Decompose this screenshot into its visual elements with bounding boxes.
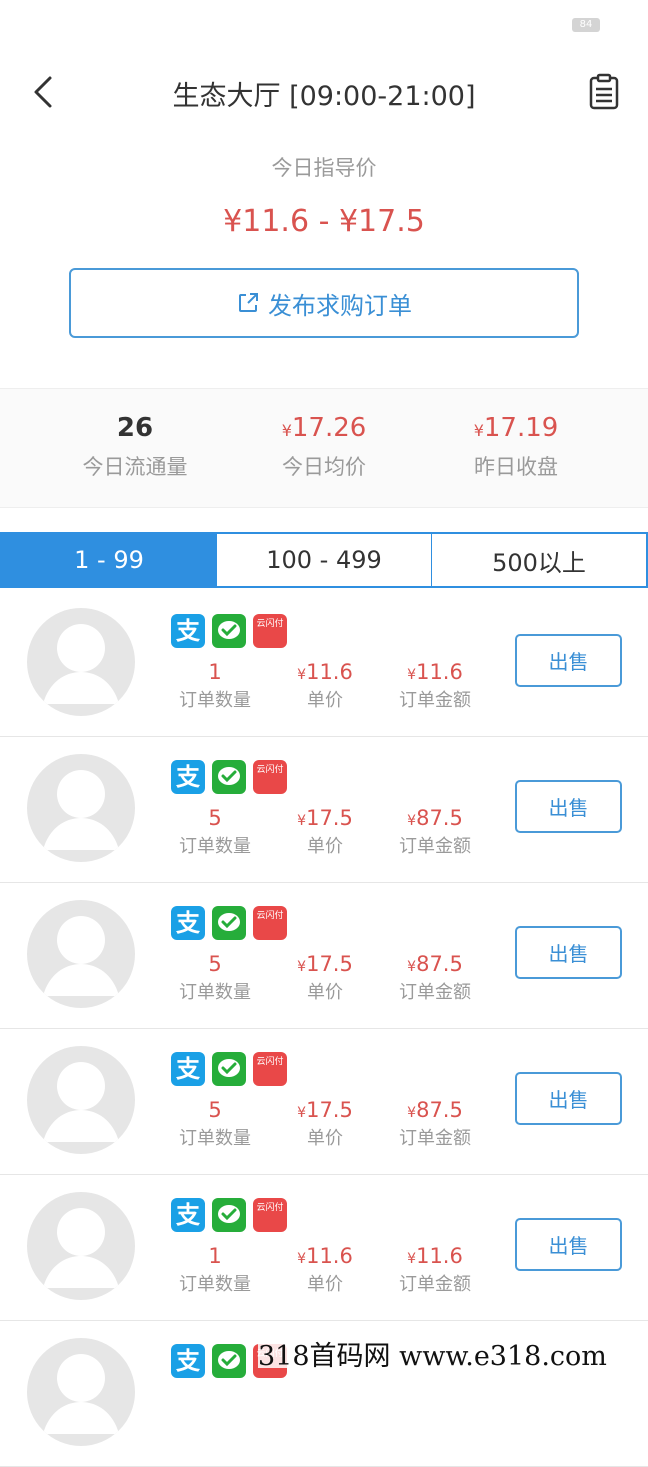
- unit-price: ¥11.6 单价: [297, 1244, 353, 1295]
- unionpay-icon: 云闪付: [253, 906, 287, 940]
- default-avatar-icon: [43, 916, 119, 996]
- unit-price: ¥11.6 单价: [297, 660, 353, 711]
- publish-button-label: 发布求购订单: [268, 291, 412, 320]
- order-count: 5 订单数量: [179, 952, 251, 1003]
- page-title: 生态大厅 [09:00-21:00]: [172, 81, 476, 112]
- avatar: [27, 900, 135, 1008]
- alipay-icon: 支: [171, 906, 205, 940]
- default-avatar-icon: [43, 770, 119, 850]
- tab-1-99[interactable]: 1 - 99: [2, 534, 217, 586]
- order-amount: ¥87.5 订单金额: [399, 952, 471, 1003]
- list-item: 支 云闪付 5 订单数量 ¥17.5 单价 ¥87.5 订单金额 出售: [0, 1028, 648, 1175]
- alipay-icon: 支: [171, 760, 205, 794]
- sell-button[interactable]: 出售: [515, 634, 622, 687]
- order-amount: ¥87.5 订单金额: [399, 1098, 471, 1149]
- list-item: 支 云闪付 1 订单数量 ¥11.6 单价 ¥11.6 订单金额 出售: [0, 590, 648, 737]
- stat-value: ¥17.19: [473, 413, 559, 443]
- unionpay-icon: 云闪付: [253, 760, 287, 794]
- sell-button[interactable]: 出售: [515, 1218, 622, 1271]
- alipay-icon: 支: [171, 614, 205, 648]
- stat-label: 今日流通量: [82, 455, 188, 479]
- order-list-icon[interactable]: [584, 72, 624, 112]
- stat-label: 今日均价: [282, 455, 366, 479]
- wechat-pay-icon: [212, 614, 246, 648]
- guide-price-range: ¥11.6 - ¥17.5: [223, 204, 425, 239]
- default-avatar-icon: [43, 1354, 119, 1434]
- unit-price: ¥17.5 单价: [297, 1098, 353, 1149]
- order-amount: ¥11.6 订单金额: [399, 1244, 471, 1295]
- sell-button[interactable]: 出售: [515, 926, 622, 979]
- avatar: [27, 1046, 135, 1154]
- default-avatar-icon: [43, 1062, 119, 1142]
- alipay-icon: 支: [171, 1198, 205, 1232]
- list-item: 支 云闪付 5 订单数量 ¥17.5 单价 ¥87.5 订单金额 出售: [0, 882, 648, 1029]
- tab-500-plus[interactable]: 500以上: [432, 534, 646, 586]
- stat-circulation: 26 今日流通量: [27, 413, 243, 481]
- order-amount: ¥87.5 订单金额: [399, 806, 471, 857]
- tab-100-499[interactable]: 100 - 499: [217, 534, 432, 586]
- sell-button[interactable]: 出售: [515, 1072, 622, 1125]
- avatar: [27, 754, 135, 862]
- alipay-icon: 支: [171, 1052, 205, 1086]
- unit-price: ¥17.5 单价: [297, 806, 353, 857]
- order-amount: ¥11.6 订单金额: [399, 660, 471, 711]
- order-count: 5 订单数量: [179, 1098, 251, 1149]
- unionpay-icon: 云闪付: [253, 1198, 287, 1232]
- stat-label: 昨日收盘: [474, 455, 558, 479]
- unit-price: ¥17.5 单价: [297, 952, 353, 1003]
- stat-average-price: ¥17.26 今日均价: [216, 413, 432, 481]
- battery-indicator: 84: [572, 18, 600, 32]
- wechat-pay-icon: [212, 1052, 246, 1086]
- unionpay-icon: 云闪付: [253, 614, 287, 648]
- order-count: 1 订单数量: [179, 660, 251, 711]
- wechat-pay-icon: [212, 1198, 246, 1232]
- unionpay-icon: 云闪付: [253, 1052, 287, 1086]
- avatar: [27, 1338, 135, 1446]
- wechat-pay-icon: [212, 906, 246, 940]
- guide-price-label: 今日指导价: [271, 156, 377, 180]
- order-count: 1 订单数量: [179, 1244, 251, 1295]
- external-link-icon: [239, 293, 258, 312]
- publish-buy-order-button[interactable]: 发布求购订单: [69, 268, 579, 338]
- list-item: 支 云闪付 1 订单数量 ¥11.6 单价 ¥11.6 订单金额 出售: [0, 1174, 648, 1321]
- quantity-tabs: 1 - 99 100 - 499 500以上: [0, 532, 648, 588]
- stat-value: 26: [116, 413, 154, 443]
- list-item: 支 云闪付 5 订单数量 ¥17.5 单价 ¥87.5 订单金额 出售: [0, 736, 648, 883]
- default-avatar-icon: [43, 624, 119, 704]
- wechat-pay-icon: [212, 1344, 246, 1378]
- stat-yesterday-close: ¥17.19 昨日收盘: [408, 413, 624, 481]
- wechat-pay-icon: [212, 760, 246, 794]
- order-count: 5 订单数量: [179, 806, 251, 857]
- default-avatar-icon: [43, 1208, 119, 1288]
- stat-value: ¥17.26: [281, 413, 367, 443]
- avatar: [27, 608, 135, 716]
- sell-button[interactable]: 出售: [515, 780, 622, 833]
- avatar: [27, 1192, 135, 1300]
- top-bar: 生态大厅 [09:00-21:00]: [0, 60, 648, 122]
- watermark: 318首码网 www.e318.com: [258, 1334, 648, 1372]
- alipay-icon: 支: [171, 1344, 205, 1378]
- market-stats: 26 今日流通量 ¥17.26 今日均价 ¥17.19 昨日收盘: [0, 388, 648, 508]
